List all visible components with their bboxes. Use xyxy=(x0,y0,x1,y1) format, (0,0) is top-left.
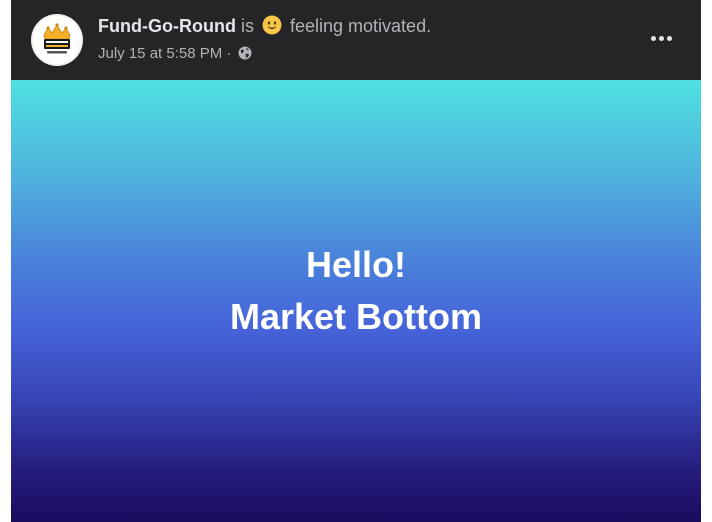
smiling-face-emoji-icon xyxy=(262,15,282,41)
post-image-text: Hello! Market Bottom xyxy=(230,239,482,343)
page-name-link[interactable]: Fund-Go-Round xyxy=(98,16,236,36)
facebook-post: Fund-Go-Round is feeling motivated. July… xyxy=(11,0,701,522)
more-options-dot xyxy=(666,35,672,41)
feeling-text: feeling motivated. xyxy=(290,16,432,36)
post-meta-line: July 15 at 5:58 PM · xyxy=(98,45,431,65)
globe-icon[interactable] xyxy=(238,46,252,65)
post-title-line: Fund-Go-Round is feeling motivated. xyxy=(98,14,431,41)
post-image-line-2: Market Bottom xyxy=(229,296,483,337)
status-verb: is xyxy=(240,16,254,36)
more-options-button[interactable] xyxy=(643,24,679,52)
page-avatar[interactable] xyxy=(31,14,83,66)
post-image-line-1: Hello! xyxy=(305,244,406,285)
more-options-dot xyxy=(650,35,656,41)
more-options-dot xyxy=(658,35,664,41)
crown-logo-icon xyxy=(31,14,83,66)
post-timestamp-link[interactable]: July 15 at 5:58 PM xyxy=(98,45,222,62)
meta-separator: · xyxy=(226,45,232,62)
post-header: Fund-Go-Round is feeling motivated. July… xyxy=(11,0,701,80)
post-image[interactable]: Hello! Market Bottom xyxy=(11,80,701,522)
post-header-text: Fund-Go-Round is feeling motivated. July… xyxy=(98,14,431,65)
